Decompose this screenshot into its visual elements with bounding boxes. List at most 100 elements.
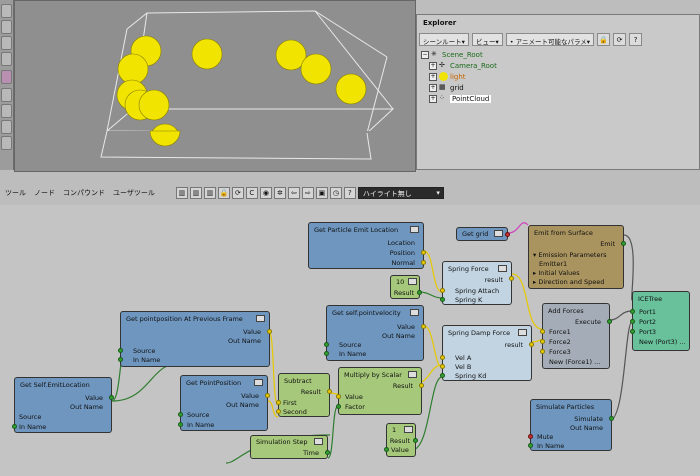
sphere-icon[interactable]: ◉: [259, 187, 272, 199]
tree-item-light[interactable]: + light: [421, 71, 497, 82]
input-port[interactable]: [440, 364, 445, 369]
node-menu-icon[interactable]: [410, 226, 419, 233]
input-port[interactable]: [630, 309, 635, 314]
node-menu-icon[interactable]: [494, 230, 503, 237]
output-port[interactable]: [419, 383, 424, 388]
input-port[interactable]: [528, 434, 533, 439]
tool-button[interactable]: [1, 120, 12, 134]
node-get-self-emitlocation[interactable]: Get Self.EmitLocation Value Out Name Sou…: [12, 377, 114, 433]
input-port[interactable]: [440, 297, 445, 302]
node-spring-damp-force[interactable]: Spring Damp Force result Vel A Vel B Spr…: [440, 325, 534, 381]
node-get-particle-emit-location[interactable]: Get Particle Emit Location Location Posi…: [308, 222, 426, 269]
gear-icon[interactable]: ✲: [273, 187, 286, 199]
lock-icon[interactable]: 🔒: [217, 187, 230, 199]
input-port[interactable]: [276, 409, 281, 414]
node-emit-from-surface[interactable]: Emit from Surface Emit ▾ Emission Parame…: [528, 225, 626, 289]
node-menu-icon[interactable]: [404, 426, 413, 433]
node-menu-icon[interactable]: [314, 438, 323, 445]
input-port[interactable]: [630, 319, 635, 324]
node-add-forces[interactable]: Add Forces Execute Force1 Force2 Force3 …: [540, 303, 612, 369]
expand-icon[interactable]: +: [429, 83, 437, 92]
menu-tool[interactable]: ツール: [2, 188, 29, 198]
input-port[interactable]: [540, 339, 545, 344]
filter-dropdown[interactable]: • アニメート可能なパラメ▾: [505, 33, 595, 46]
node-icetree[interactable]: ICETree Port1 Port2 Port3 New (Port3) ..…: [630, 291, 690, 351]
node-menu-icon[interactable]: [408, 278, 417, 285]
node-menu-icon[interactable]: [256, 315, 265, 322]
menu-compound[interactable]: コンパウンド: [60, 188, 108, 198]
menu-user-tool[interactable]: ユーザツール: [110, 188, 158, 198]
tree-item-pointcloud[interactable]: + ⁘ PointCloud: [421, 93, 497, 104]
expand-icon[interactable]: +: [429, 61, 437, 70]
output-port[interactable]: [267, 329, 272, 334]
input-port[interactable]: [540, 349, 545, 354]
highlight-dropdown[interactable]: ハイライト無し ▾: [357, 187, 444, 199]
tool-button[interactable]: [1, 88, 12, 102]
node-get-self-pointvelocity[interactable]: Get self.pointvelocity Value Out Name So…: [324, 305, 426, 361]
tool-button[interactable]: [1, 136, 12, 150]
clear-icon[interactable]: C: [245, 187, 258, 199]
input-port[interactable]: [178, 412, 183, 417]
question-icon[interactable]: ?: [343, 187, 356, 199]
node-menu-icon[interactable]: [254, 379, 263, 386]
refresh-icon[interactable]: ⟳: [231, 187, 244, 199]
output-port[interactable]: [265, 393, 270, 398]
node-scalar-10[interactable]: 10 Result: [390, 275, 422, 299]
collapse-icon[interactable]: −: [421, 50, 429, 59]
node-scalar-1[interactable]: 1 Result Value: [384, 423, 418, 457]
tool-button[interactable]: [1, 52, 12, 66]
node-simulate-particles[interactable]: Simulate Particles Simulate Out Name Mut…: [528, 399, 614, 451]
output-port[interactable]: [621, 241, 626, 246]
input-port[interactable]: [12, 424, 17, 429]
node-menu-icon[interactable]: [408, 371, 417, 378]
grid-toggle-icon[interactable]: ▥: [189, 187, 202, 199]
arrow-right-icon[interactable]: ⇨: [301, 187, 314, 199]
grid-toggle-icon[interactable]: ▥: [175, 187, 188, 199]
output-port[interactable]: [607, 319, 612, 324]
tool-button-active[interactable]: [1, 70, 12, 84]
node-get-pointposition[interactable]: Get PointPosition Value Out Name Source …: [178, 375, 270, 431]
input-port[interactable]: [440, 288, 445, 293]
view-dropdown[interactable]: ビュー▾: [471, 33, 503, 46]
input-port[interactable]: [540, 329, 545, 334]
input-port[interactable]: [276, 400, 281, 405]
tool-button[interactable]: [1, 4, 12, 18]
timer-icon[interactable]: ◷: [329, 187, 342, 199]
tool-button[interactable]: [1, 104, 12, 118]
input-port[interactable]: [118, 348, 123, 353]
input-port[interactable]: [178, 422, 183, 427]
input-port[interactable]: [118, 357, 123, 362]
node-multiply-by-scalar[interactable]: Multiply by Scalar Result Value Factor: [336, 367, 424, 415]
output-port[interactable]: [609, 416, 614, 421]
input-port[interactable]: [630, 329, 635, 334]
input-port[interactable]: [384, 447, 389, 452]
node-get-grid[interactable]: Get grid: [456, 227, 510, 241]
node-menu-icon[interactable]: [518, 329, 527, 336]
frame-icon[interactable]: ▣: [315, 187, 328, 199]
tree-item-scene-root[interactable]: − ✳ Scene_Root: [421, 49, 497, 60]
node-subtract[interactable]: Subtract Result First Second: [276, 373, 332, 417]
output-port[interactable]: [529, 342, 534, 347]
grid-toggle-icon[interactable]: ▥: [203, 187, 216, 199]
tool-button[interactable]: [1, 20, 12, 34]
output-port[interactable]: [417, 290, 422, 295]
expand-icon[interactable]: +: [429, 72, 437, 81]
input-port[interactable]: [336, 404, 341, 409]
output-port[interactable]: [109, 395, 114, 400]
lock-icon[interactable]: 🔒: [597, 33, 611, 46]
output-port[interactable]: [505, 232, 510, 237]
help-icon[interactable]: ?: [629, 33, 643, 46]
input-port[interactable]: [440, 373, 445, 378]
scene-root-dropdown[interactable]: シーンルート▾: [419, 33, 469, 46]
input-port[interactable]: [324, 351, 329, 356]
output-port[interactable]: [421, 250, 426, 255]
node-get-pointposition-previous-frame[interactable]: Get pointposition At Previous Frame Valu…: [118, 311, 272, 367]
tree-item-grid[interactable]: + ▦ grid: [421, 82, 497, 93]
refresh-icon[interactable]: ⟳: [613, 33, 627, 46]
output-port[interactable]: [325, 450, 330, 455]
output-port[interactable]: [421, 324, 426, 329]
input-port[interactable]: [324, 342, 329, 347]
tool-button[interactable]: [1, 36, 12, 50]
output-port[interactable]: [413, 438, 418, 443]
node-menu-icon[interactable]: [498, 265, 507, 272]
